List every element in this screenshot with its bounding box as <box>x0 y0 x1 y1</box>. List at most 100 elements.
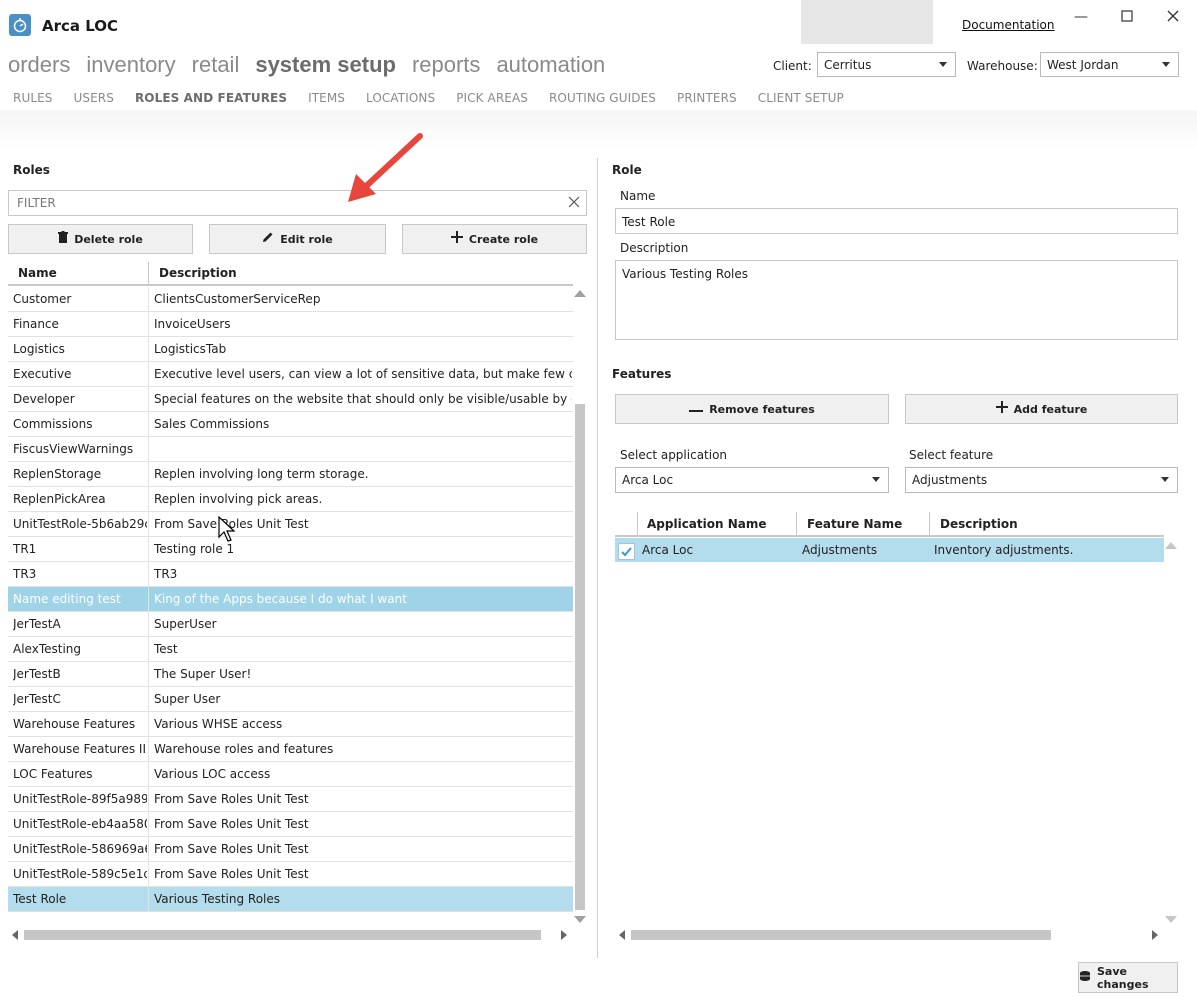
add-feature-label: Add feature <box>1013 402 1088 416</box>
scroll-thumb[interactable] <box>575 404 585 910</box>
feature-row-application: Arca Loc <box>642 543 694 557</box>
role-title: Role <box>612 163 642 177</box>
feature-select[interactable]: Adjustments <box>905 467 1178 493</box>
role-name-input[interactable]: Test Role <box>615 208 1178 234</box>
roles-vertical-scrollbar[interactable] <box>573 288 587 924</box>
clear-icon[interactable] <box>568 196 580 211</box>
maximize-icon[interactable] <box>1120 10 1134 24</box>
tab-rules[interactable]: RULES <box>13 91 53 105</box>
tab-printers[interactable]: PRINTERS <box>677 91 737 105</box>
scroll-left-icon[interactable] <box>619 930 625 940</box>
role-description-cell: InvoiceUsers <box>154 317 231 331</box>
tab-client-setup[interactable]: CLIENT SETUP <box>758 91 844 105</box>
tab-roles-and-features[interactable]: ROLES AND FEATURES <box>135 91 287 105</box>
delete-role-label: Delete role <box>74 232 143 246</box>
add-feature-button[interactable]: Add feature <box>905 394 1178 424</box>
role-description-cell: Testing role 1 <box>154 542 235 556</box>
filter-input[interactable] <box>9 191 549 215</box>
feature-select-value: Adjustments <box>912 473 988 487</box>
tab-pick-areas[interactable]: PICK AREAS <box>456 91 528 105</box>
table-row[interactable]: Executive Executive level users, can view… <box>8 362 573 387</box>
table-row[interactable]: Finance InvoiceUsers <box>8 312 573 337</box>
close-icon[interactable] <box>1166 10 1180 24</box>
app-title: Arca LOC <box>42 17 119 35</box>
features-horizontal-scrollbar[interactable] <box>615 928 1164 942</box>
scroll-up-icon[interactable] <box>1165 542 1177 549</box>
create-role-button[interactable]: Create role <box>402 224 587 254</box>
table-row[interactable]: TR3 TR3 <box>8 562 573 587</box>
role-name-cell: Warehouse Features II <box>13 742 146 756</box>
table-row[interactable]: LOC Features Various LOC access <box>8 762 573 787</box>
table-row[interactable]: FiscusViewWarnings <box>8 437 573 462</box>
table-row[interactable]: Test Role Various Testing Roles <box>8 887 573 912</box>
table-row[interactable]: Customer ClientsCustomerServiceRep <box>8 287 573 312</box>
roles-horizontal-scrollbar[interactable] <box>8 928 573 942</box>
documentation-link[interactable]: Documentation <box>962 18 1055 32</box>
tab-locations[interactable]: LOCATIONS <box>366 91 435 105</box>
table-row[interactable]: Warehouse Features II Warehouse roles and… <box>8 737 573 762</box>
delete-role-button[interactable]: Delete role <box>8 224 193 254</box>
scroll-down-icon[interactable] <box>574 916 586 923</box>
description-column-header[interactable]: Description <box>159 266 237 280</box>
scroll-down-icon[interactable] <box>1165 916 1177 923</box>
table-row[interactable]: Developer Special features on the website… <box>8 387 573 412</box>
application-select[interactable]: Arca Loc <box>615 467 889 493</box>
role-name-cell: Developer <box>13 392 75 406</box>
edit-role-button[interactable]: Edit role <box>209 224 386 254</box>
warehouse-select[interactable]: West Jordan <box>1040 52 1179 77</box>
role-description-cell: Replen involving pick areas. <box>154 492 323 506</box>
chevron-down-icon <box>872 477 880 482</box>
nav-reports[interactable]: reports <box>412 52 480 80</box>
table-row[interactable]: Name editing test King of the Apps becaus… <box>8 587 573 612</box>
table-row[interactable]: UnitTestRole-89f5a989 From Save Roles Uni… <box>8 787 573 812</box>
table-row[interactable]: UnitTestRole-589c5e1d From Save Roles Uni… <box>8 862 573 887</box>
table-row[interactable]: TR1 Testing role 1 <box>8 537 573 562</box>
scroll-thumb[interactable] <box>631 930 1051 940</box>
table-row[interactable]: ReplenStorage Replen involving long term … <box>8 462 573 487</box>
scroll-left-icon[interactable] <box>12 930 18 940</box>
minimize-icon[interactable]: — <box>1074 10 1088 24</box>
feature-row[interactable]: Arca Loc Adjustments Inventory adjustmen… <box>615 538 1164 562</box>
role-name-cell: Logistics <box>13 342 65 356</box>
role-description-input[interactable]: Various Testing Roles <box>615 260 1178 340</box>
name-column-header[interactable]: Name <box>18 266 57 280</box>
scroll-right-icon[interactable] <box>561 930 567 940</box>
table-row[interactable]: JerTestB The Super User! <box>8 662 573 687</box>
table-row[interactable]: UnitTestRole-eb4aa580 From Save Roles Uni… <box>8 812 573 837</box>
table-row[interactable]: JerTestC Super User <box>8 687 573 712</box>
table-row[interactable]: AlexTesting Test <box>8 637 573 662</box>
feature-description-column-header[interactable]: Description <box>940 517 1018 531</box>
tab-routing-guides[interactable]: ROUTING GUIDES <box>549 91 656 105</box>
remove-features-button[interactable]: Remove features <box>615 394 889 424</box>
nav-inventory[interactable]: inventory <box>86 52 175 80</box>
scroll-right-icon[interactable] <box>1152 930 1158 940</box>
nav-automation[interactable]: automation <box>496 52 605 80</box>
client-select[interactable]: Cerritus <box>817 52 956 77</box>
tab-items[interactable]: ITEMS <box>308 91 345 105</box>
role-description-cell: From Save Roles Unit Test <box>154 842 309 856</box>
table-row[interactable]: Logistics LogisticsTab <box>8 337 573 362</box>
column-divider <box>148 712 149 737</box>
nav-system-setup[interactable]: system setup <box>255 52 396 80</box>
table-row[interactable]: UnitTestRole-5b6ab29c From Save Roles Uni… <box>8 512 573 537</box>
filter-field[interactable] <box>8 190 587 216</box>
column-divider <box>148 562 149 587</box>
scroll-up-icon[interactable] <box>574 290 586 297</box>
features-title: Features <box>612 367 672 381</box>
feature-name-column-header[interactable]: Feature Name <box>807 517 902 531</box>
tab-users[interactable]: USERS <box>74 91 114 105</box>
application-name-column-header[interactable]: Application Name <box>647 517 767 531</box>
nav-retail[interactable]: retail <box>192 52 240 80</box>
table-row[interactable]: ReplenPickArea Replen involving pick area… <box>8 487 573 512</box>
role-name-cell: UnitTestRole-589c5e1d <box>13 867 147 881</box>
table-row[interactable]: JerTestA SuperUser <box>8 612 573 637</box>
table-row[interactable]: Warehouse Features Various WHSE access <box>8 712 573 737</box>
scroll-thumb[interactable] <box>24 930 541 940</box>
table-row[interactable]: Commissions Sales Commissions <box>8 412 573 437</box>
table-row[interactable]: UnitTestRole-586969a6 From Save Roles Uni… <box>8 837 573 862</box>
nav-orders[interactable]: orders <box>8 52 70 80</box>
role-description-cell: From Save Roles Unit Test <box>154 792 309 806</box>
feature-row-checkbox[interactable] <box>618 543 635 560</box>
minus-icon <box>689 402 704 417</box>
save-changes-button[interactable]: Save changes <box>1078 962 1178 993</box>
